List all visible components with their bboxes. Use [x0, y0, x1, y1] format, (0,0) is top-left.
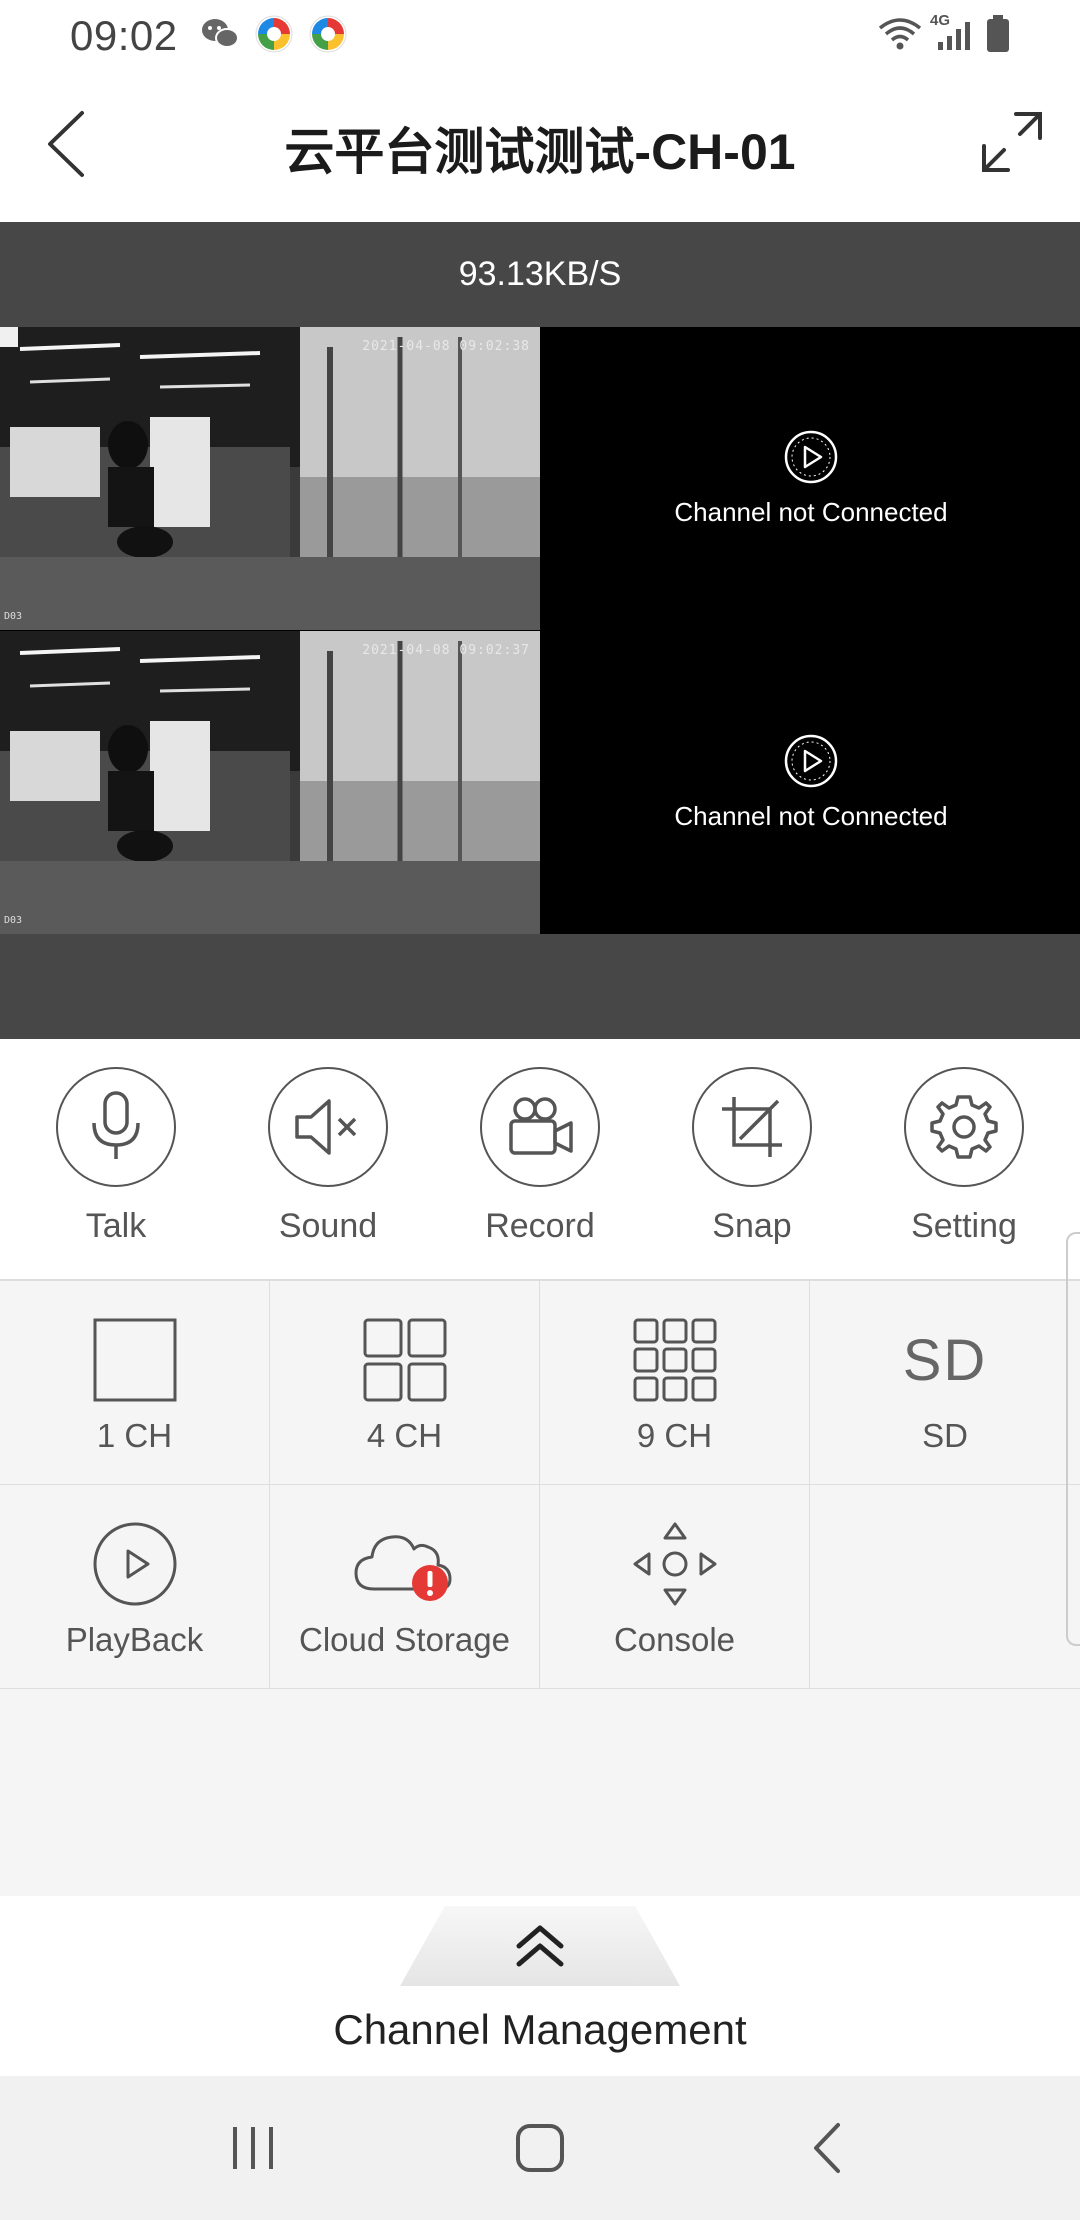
playback-button[interactable]: PlayBack — [0, 1485, 270, 1689]
system-status: 4G — [878, 12, 1010, 58]
tool-icon-wrap — [92, 1521, 178, 1607]
channel-management-panel: Channel Management — [0, 1896, 1080, 2076]
setting-label: Setting — [911, 1207, 1017, 1245]
snap-circle — [692, 1067, 812, 1187]
notification-icons — [200, 14, 348, 59]
cloud-alert-icon — [354, 1535, 451, 1601]
camera-timestamp: 2021-04-08 09:02:37 — [362, 643, 530, 658]
video-camera-icon — [509, 1097, 573, 1155]
status-time: 09:02 — [70, 12, 178, 59]
double-chevron-up-icon — [516, 1925, 564, 1967]
directional-pad-icon — [633, 1522, 716, 1606]
channel-status-text: Channel not Connected — [674, 801, 948, 831]
layout-4ch-label: 4 CH — [366, 1417, 443, 1454]
snap-button[interactable]: Snap — [662, 1067, 842, 1279]
sound-button[interactable]: Sound — [238, 1067, 418, 1279]
grid-4-icon — [363, 1318, 446, 1402]
snap-label: Snap — [712, 1207, 792, 1245]
channel-grid: 2021-04-08 09:02:38 D03 Channel not Conn… — [0, 327, 1080, 934]
tool-icon-wrap — [93, 1317, 177, 1403]
page-title: 云平台测试测试-CH-01 — [284, 124, 796, 180]
wifi-icon — [878, 16, 922, 57]
empty-slot — [810, 1485, 1080, 1689]
playback-label: PlayBack — [65, 1621, 204, 1658]
talk-label: Talk — [85, 1207, 147, 1245]
system-back-button[interactable] — [767, 2098, 887, 2198]
tool-icon-wrap — [631, 1521, 719, 1607]
sd-icon: SD — [902, 1327, 988, 1393]
layout-9ch-button[interactable]: 9 CH — [540, 1281, 810, 1485]
expand-icon — [982, 112, 1042, 172]
play-circle-icon[interactable] — [783, 429, 839, 485]
setting-button[interactable]: Setting — [874, 1067, 1054, 1279]
system-navigation-bar — [0, 2076, 1080, 2220]
camera-feed — [0, 631, 540, 934]
channel-management-toggle[interactable] — [400, 1906, 680, 1986]
layout-4ch-button[interactable]: 4 CH — [270, 1281, 540, 1485]
talk-button[interactable]: Talk — [26, 1067, 206, 1279]
chevron-left-icon — [48, 111, 84, 177]
signal-icon: 4G — [930, 12, 976, 57]
console-button[interactable]: Console — [540, 1485, 810, 1689]
app-icon — [308, 14, 348, 59]
microphone-icon — [92, 1091, 140, 1159]
recent-apps-icon — [233, 2127, 274, 2169]
grid-9-icon — [633, 1318, 716, 1402]
action-bar: Talk Sound Record Snap Setting — [0, 1039, 1080, 1281]
fullscreen-button[interactable] — [972, 102, 1052, 182]
recent-apps-button[interactable] — [193, 2098, 313, 2198]
gear-icon — [930, 1095, 998, 1159]
quality-sd-label: SD — [922, 1417, 968, 1454]
camera-label: D03 — [4, 611, 23, 622]
tool-icon-wrap: SD — [903, 1317, 988, 1403]
camera-feed — [0, 327, 540, 630]
channel-tile-2[interactable]: Channel not Connected — [541, 327, 1080, 630]
sound-muted-icon — [295, 1099, 357, 1155]
cloud-storage-label: Cloud Storage — [299, 1621, 510, 1658]
tool-row: PlayBack Cloud Storage Console — [0, 1485, 1080, 1689]
app-header: 云平台测试测试-CH-01 — [0, 72, 1080, 222]
tool-row: 1 CH 4 CH 9 CH SD SD — [0, 1281, 1080, 1485]
sound-label: Sound — [278, 1207, 378, 1245]
channel-management-label[interactable]: Channel Management — [0, 2006, 1080, 2054]
tool-icon-wrap — [363, 1317, 447, 1403]
play-circle-icon — [93, 1522, 176, 1606]
layout-9ch-label: 9 CH — [636, 1417, 713, 1454]
network-type: 4G — [930, 11, 951, 29]
single-square-icon — [93, 1318, 176, 1402]
status-bar: 09:02 4G — [0, 0, 1080, 72]
home-icon — [515, 2124, 564, 2172]
app-icon — [254, 14, 294, 59]
console-label: Console — [613, 1621, 736, 1658]
setting-circle — [904, 1067, 1024, 1187]
channel-status-text: Channel not Connected — [674, 497, 948, 527]
tool-icon-wrap — [350, 1521, 460, 1607]
crop-icon — [722, 1097, 782, 1157]
layout-1ch-button[interactable]: 1 CH — [0, 1281, 270, 1485]
record-circle — [480, 1067, 600, 1187]
play-circle-icon[interactable] — [783, 733, 839, 789]
record-button[interactable]: Record — [450, 1067, 630, 1279]
channel-tile-4[interactable]: Channel not Connected — [541, 631, 1080, 934]
layout-1ch-label: 1 CH — [96, 1417, 173, 1454]
camera-label: D03 — [4, 915, 23, 926]
talk-circle — [56, 1067, 176, 1187]
bitrate-readout: 93.13KB/S — [458, 255, 622, 293]
side-panel-handle[interactable] — [1066, 1232, 1080, 1646]
record-label: Record — [485, 1207, 595, 1245]
chevron-left-icon — [813, 2123, 840, 2173]
home-button[interactable] — [480, 2098, 600, 2198]
sound-circle — [268, 1067, 388, 1187]
camera-timestamp: 2021-04-08 09:02:38 — [362, 339, 530, 354]
wechat-icon — [200, 17, 240, 56]
channel-tile-3[interactable]: 2021-04-08 09:02:37 D03 — [0, 631, 540, 934]
tool-icon-wrap — [633, 1317, 717, 1403]
video-area: 93.13KB/S 2021-04-08 09:02:38 D03 Channe… — [0, 222, 1080, 1039]
cloud-storage-button[interactable]: Cloud Storage — [270, 1485, 540, 1689]
channel-tile-1[interactable]: 2021-04-08 09:02:38 D03 — [0, 327, 540, 630]
tool-grid: 1 CH 4 CH 9 CH SD SD PlayBack Cloud Stor… — [0, 1281, 1080, 1896]
quality-sd-button[interactable]: SD SD — [810, 1281, 1080, 1485]
back-button[interactable] — [36, 104, 96, 184]
battery-icon — [986, 14, 1010, 58]
